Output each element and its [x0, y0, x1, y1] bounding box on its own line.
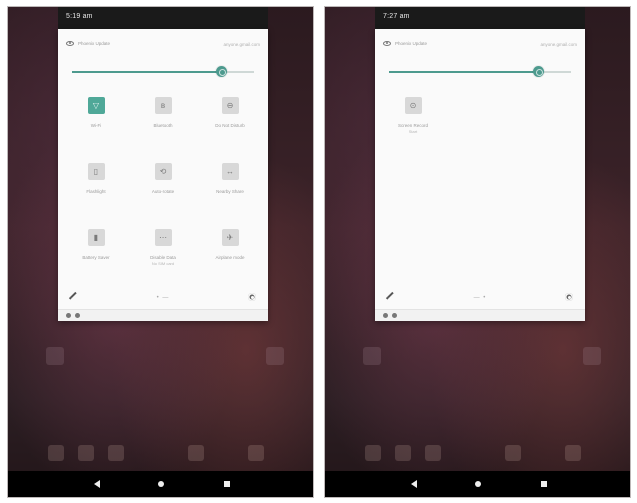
- header-left[interactable]: Phoenix Update: [383, 41, 427, 46]
- tile-wi-fi[interactable]: ▽ Wi-Fi: [66, 97, 126, 129]
- tile-auto-rotate[interactable]: ⟲ Auto-rotate: [133, 163, 193, 195]
- eye-icon: [383, 41, 391, 46]
- home-icon[interactable]: [158, 481, 164, 487]
- recents-icon[interactable]: [224, 481, 230, 487]
- left-screenshot: 5:19 am Phoenix Update anyone.gmail.com …: [7, 6, 314, 498]
- navigation-bar: [8, 471, 313, 497]
- account-label[interactable]: anyone.gmail.com: [540, 42, 577, 47]
- tile-sublabel: Start: [408, 129, 418, 134]
- tile-label: Bluetooth: [153, 123, 173, 128]
- home-icon[interactable]: [475, 481, 481, 487]
- quick-settings-panel: Phoenix Update anyone.gmail.com ▽ Wi-Fi ʙ B…: [58, 29, 268, 321]
- browser-app-icon[interactable]: [505, 445, 521, 461]
- phone-app-icon[interactable]: [48, 445, 64, 461]
- home-screen-app-icon[interactable]: [583, 347, 601, 365]
- nearby-share-icon: ↔: [221, 163, 239, 180]
- brightness-track-fill: [72, 71, 221, 73]
- panel-header: Phoenix Update anyone.gmail.com: [66, 41, 260, 51]
- notification-dot-icon: [75, 313, 80, 318]
- header-label: Phoenix Update: [395, 41, 428, 46]
- tile-nearby-share[interactable]: ↔ Nearby Share: [200, 163, 260, 195]
- panel-header: Phoenix Update anyone.gmail.com: [383, 41, 577, 51]
- apps-icon[interactable]: [565, 445, 581, 461]
- messages-app-icon[interactable]: [78, 445, 94, 461]
- tile-airplane-mode[interactable]: ✈ Airplane mode: [200, 229, 260, 261]
- notification-footer: [375, 309, 585, 321]
- app-dock: [355, 445, 600, 465]
- edit-pencil-icon[interactable]: [70, 291, 77, 299]
- screen-record-icon: ⊙: [404, 97, 422, 114]
- tile-label: Battery Saver: [82, 255, 110, 260]
- navigation-bar: [325, 471, 630, 497]
- brightness-thumb[interactable]: [216, 66, 227, 77]
- panel-bottom-row: • —: [68, 291, 258, 303]
- page-indicator: — •: [473, 295, 487, 301]
- home-screen-app-icon[interactable]: [266, 347, 284, 365]
- notification-dot-icon: [392, 313, 397, 318]
- tile-label: Auto-rotate: [151, 189, 175, 194]
- eye-icon: [66, 41, 74, 46]
- brightness-thumb[interactable]: [533, 66, 544, 77]
- settings-gear-icon[interactable]: [248, 293, 256, 301]
- header-label: Phoenix Update: [78, 41, 111, 46]
- home-screen-app-icon[interactable]: [46, 347, 64, 365]
- home-screen-app-icon[interactable]: [363, 347, 381, 365]
- tile-flashlight[interactable]: ▯ Flashlight: [66, 163, 126, 195]
- camera-app-icon[interactable]: [108, 445, 124, 461]
- tile-sublabel: No SIM card: [151, 261, 175, 266]
- right-screenshot: 7:27 am Phoenix Update anyone.gmail.com …: [324, 6, 631, 498]
- phone-app-icon[interactable]: [365, 445, 381, 461]
- apps-icon[interactable]: [248, 445, 264, 461]
- recents-icon[interactable]: [541, 481, 547, 487]
- brightness-slider[interactable]: [72, 65, 254, 79]
- status-bar: 7:27 am: [375, 7, 585, 29]
- back-icon[interactable]: [411, 480, 417, 488]
- tile-battery-saver[interactable]: ▮ Battery Saver: [66, 229, 126, 261]
- account-label[interactable]: anyone.gmail.com: [223, 42, 260, 47]
- edit-pencil-icon[interactable]: [387, 291, 394, 299]
- auto-rotate-icon: ⟲: [154, 163, 172, 180]
- notification-footer: [58, 309, 268, 321]
- camera-app-icon[interactable]: [425, 445, 441, 461]
- tile-label: Flashlight: [86, 189, 106, 194]
- tile-label: Airplane mode: [215, 255, 245, 260]
- brightness-track-fill: [389, 71, 538, 73]
- messages-app-icon[interactable]: [395, 445, 411, 461]
- data-icon: ⋯: [154, 229, 172, 246]
- flashlight-icon: ▯: [87, 163, 105, 180]
- tile-screen-record[interactable]: ⊙ Screen Record Start: [383, 97, 443, 134]
- bluetooth-icon: ʙ: [154, 97, 172, 114]
- tile-disable-data[interactable]: ⋯ Disable Data No SIM card: [133, 229, 193, 266]
- notification-dot-icon: [383, 313, 388, 318]
- app-dock: [38, 445, 283, 465]
- status-bar: 5:19 am: [58, 7, 268, 29]
- tile-do-not-disturb[interactable]: ⊖ Do Not Disturb: [200, 97, 260, 129]
- back-icon[interactable]: [94, 480, 100, 488]
- tile-bluetooth[interactable]: ʙ Bluetooth: [133, 97, 193, 129]
- panel-bottom-row: — •: [385, 291, 575, 303]
- tile-label: Do Not Disturb: [215, 123, 245, 128]
- notification-dot-icon: [66, 313, 71, 318]
- do-not-disturb-icon: ⊖: [221, 97, 239, 114]
- tile-label: Nearby Share: [216, 189, 244, 194]
- settings-gear-icon[interactable]: [565, 293, 573, 301]
- wifi-icon: ▽: [87, 97, 105, 114]
- battery-icon: ▮: [87, 229, 105, 246]
- browser-app-icon[interactable]: [188, 445, 204, 461]
- page-indicator: • —: [156, 295, 170, 301]
- tile-label: Wi-Fi: [90, 123, 102, 128]
- brightness-slider[interactable]: [389, 65, 571, 79]
- status-time: 7:27 am: [383, 13, 410, 20]
- header-left[interactable]: Phoenix Update: [66, 41, 110, 46]
- airplane-icon: ✈: [221, 229, 239, 246]
- quick-settings-panel: Phoenix Update anyone.gmail.com ⊙ Screen …: [375, 29, 585, 321]
- status-time: 5:19 am: [66, 13, 93, 20]
